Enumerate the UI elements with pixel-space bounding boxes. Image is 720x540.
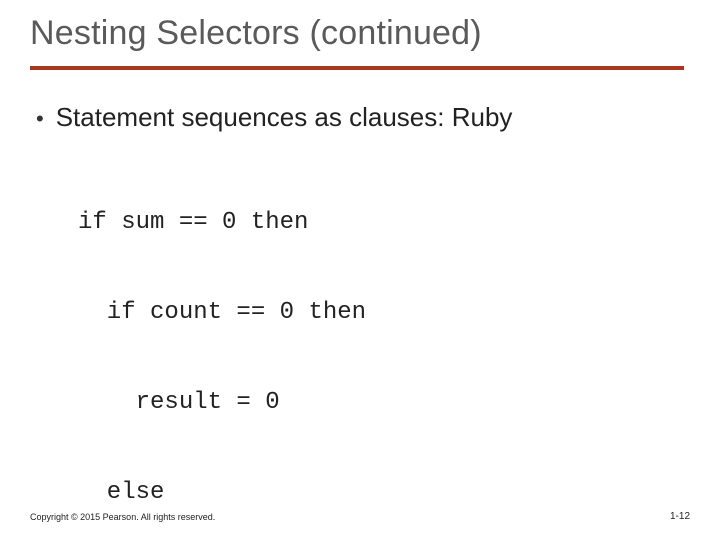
footer-page-number: 1-12 bbox=[670, 511, 690, 522]
bullet-marker: • bbox=[36, 104, 44, 134]
code-line: result = 0 bbox=[78, 388, 366, 418]
code-line: if count == 0 then bbox=[78, 298, 366, 328]
code-line: else bbox=[78, 478, 366, 508]
code-block: if sum == 0 then if count == 0 then resu… bbox=[78, 148, 366, 540]
bullet-text: Statement sequences as clauses: Ruby bbox=[56, 102, 513, 132]
slide-title: Nesting Selectors (continued) bbox=[30, 14, 482, 53]
slide: Nesting Selectors (continued) • Statemen… bbox=[0, 0, 720, 540]
title-underline bbox=[30, 66, 684, 70]
code-line: if sum == 0 then bbox=[78, 208, 366, 238]
footer-copyright: Copyright © 2015 Pearson. All rights res… bbox=[30, 512, 215, 522]
bullet-item: • Statement sequences as clauses: Ruby bbox=[36, 102, 512, 134]
